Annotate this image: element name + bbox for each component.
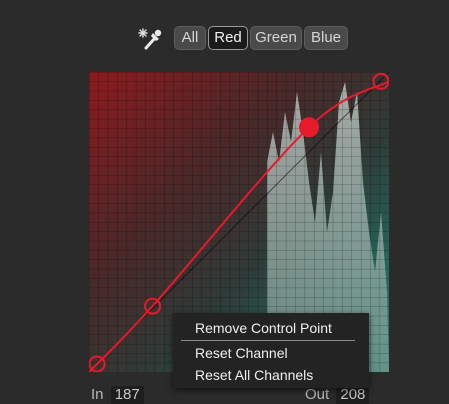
output-readout: Out 208: [305, 386, 370, 404]
output-label: Out: [305, 386, 330, 403]
tab-red[interactable]: Red: [208, 26, 248, 50]
control-point-selected[interactable]: [299, 117, 319, 138]
channel-toolbar: All Red Green Blue: [0, 24, 449, 52]
tab-blue[interactable]: Blue: [304, 26, 348, 50]
context-menu: Remove Control Point Reset Channel Reset…: [173, 313, 369, 388]
tab-green[interactable]: Green: [250, 26, 302, 50]
menu-item-reset-channel[interactable]: Reset Channel: [173, 342, 369, 364]
eyedropper-sparkle-icon[interactable]: [137, 24, 163, 52]
tab-all[interactable]: All: [174, 26, 206, 50]
output-value-field[interactable]: 208: [336, 386, 370, 404]
input-readout: In 187: [91, 386, 144, 404]
menu-item-reset-all-channels[interactable]: Reset All Channels: [173, 364, 369, 386]
menu-separator: [181, 340, 355, 341]
input-value-field[interactable]: 187: [110, 386, 144, 404]
input-label: In: [91, 386, 104, 403]
menu-item-remove-control-point[interactable]: Remove Control Point: [173, 317, 369, 339]
